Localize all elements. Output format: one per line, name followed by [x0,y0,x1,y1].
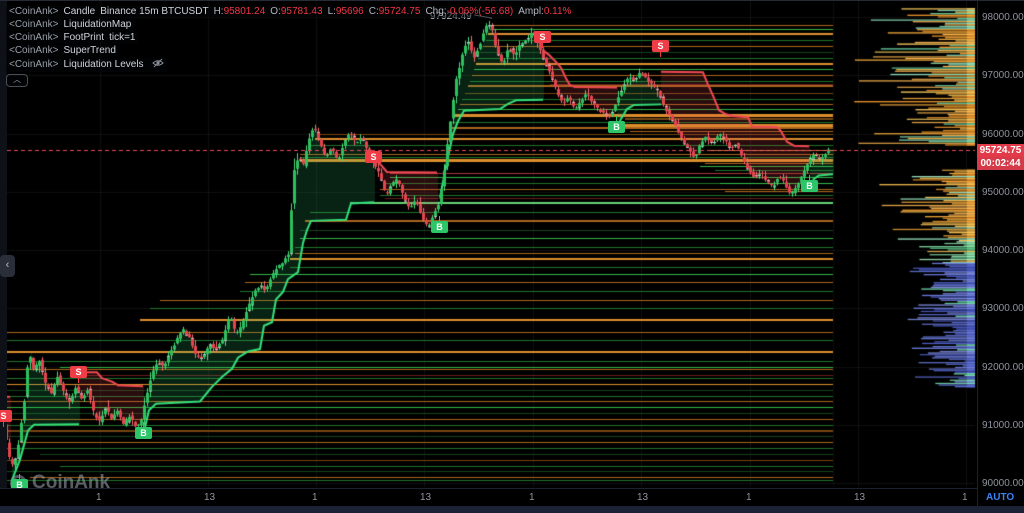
supertrend-buy-badge: B [135,427,152,439]
legend-row-candle[interactable]: <CoinAnk> Candle Binance 15m BTCUSDT H:9580… [6,6,574,18]
supertrend-buy-badge: B [608,121,625,133]
price-tick-label: 93000.00 [982,303,1024,314]
price-tick-label: 96000.00 [982,129,1024,140]
price-tick-label: 92000.00 [982,362,1024,373]
price-tick-label: 97000.00 [982,70,1024,81]
indicator-name: Candle [63,6,95,18]
price-tick-label: 91000.00 [982,420,1024,431]
price-axis[interactable]: AUTO 98000.00 97000.00 96000.00 95000.00 940… [977,0,1024,506]
legend-prefix: <CoinAnk> [9,19,58,31]
legend-prefix: <CoinAnk> [9,6,58,18]
indicator-subtitle: Binance 15m BTCUSDT [100,6,208,18]
supertrend-sell-badge: S [70,366,87,378]
legend-row-liquidation-levels[interactable]: <CoinAnk> Liquidation Levels [6,58,167,72]
indicator-name: Liquidation Levels [63,59,143,71]
indicator-legend: <CoinAnk> Candle Binance 15m BTCUSDT H:9580… [6,6,574,87]
indicator-subtitle: tick=1 [109,32,135,44]
supertrend-buy-badge: B [431,221,448,233]
ohlc-value: Ampl:0.11% [518,6,571,18]
candle-countdown-label: 00:02:44 [977,157,1024,170]
current-price-label: 95724.75 [977,144,1024,157]
indicator-name: LiquidationMap [63,19,131,31]
legend-prefix: <CoinAnk> [9,32,58,44]
price-tick-label: 98000.00 [982,12,1024,23]
supertrend-sell-badge: S [652,40,669,52]
left-panel-collapse-handle[interactable]: ‹ [0,255,15,277]
time-tick-label: 1 [96,492,102,503]
visibility-off-icon[interactable] [152,58,164,72]
time-tick-label: 1 [312,492,318,503]
price-tick-label: 95000.00 [982,187,1024,198]
bottom-window-strip [0,506,1024,513]
legend-row-supertrend[interactable]: <CoinAnk> SuperTrend [6,45,119,57]
ohlc-value: O:95781.43 [270,6,322,18]
legend-row-liquidationmap[interactable]: <CoinAnk> LiquidationMap [6,19,134,31]
indicator-name: SuperTrend [63,45,115,57]
ohlc-value: C:95724.75 [369,6,421,18]
chevron-left-icon: ‹ [6,259,10,271]
price-tick-label: 90000.00 [982,478,1024,489]
trading-chart-app: ‹ <CoinAnk> Candle Binance 15m BTCUSDT H:95… [0,0,1024,513]
time-tick-label: 1 [962,492,968,503]
time-tick-label: 13 [204,492,215,503]
time-tick-label: 1 [746,492,752,503]
time-axis[interactable]: 1 13 1 13 1 13 1 13 1 [0,488,1024,507]
ohlc-value: L:95696 [328,6,364,18]
legend-collapse-button[interactable]: ︿ [6,74,28,87]
time-tick-label: 1 [529,492,535,503]
supertrend-sell-badge: S [365,151,382,163]
time-tick-label: 13 [420,492,431,503]
ohlc-value: Chg:-0.06%(-56.68) [425,6,513,18]
legend-prefix: <CoinAnk> [9,45,58,57]
legend-prefix: <CoinAnk> [9,59,58,71]
time-tick-label: 13 [854,492,865,503]
legend-row-footprint[interactable]: <CoinAnk> FootPrint tick=1 [6,32,138,44]
supertrend-buy-badge: B [801,180,818,192]
time-tick-label: 13 [637,492,648,503]
price-tick-label: 94000.00 [982,245,1024,256]
supertrend-sell-badge: S [0,410,12,422]
ohlc-value: H:95801.24 [214,6,266,18]
indicator-name: FootPrint [63,32,104,44]
auto-scale-button[interactable]: AUTO [986,492,1014,503]
